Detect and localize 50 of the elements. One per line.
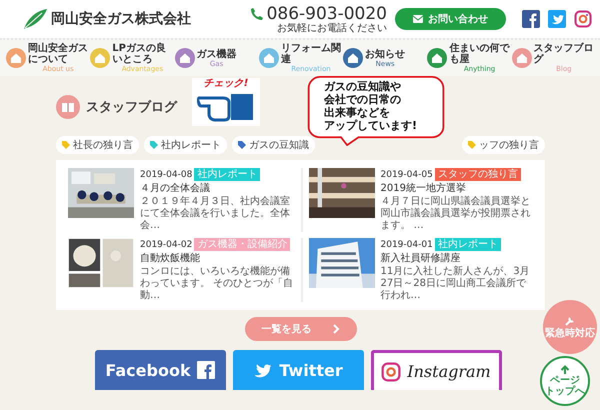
category-label: 社内レポート <box>194 168 260 181</box>
arrow-up-icon <box>560 365 570 375</box>
bubble-text-line: ガスの豆知識や <box>324 80 402 93</box>
post-title[interactable]: 新入社員研修講座 <box>380 252 533 265</box>
tag-filter[interactable]: ガスの豆知識 <box>232 136 315 154</box>
nav-label: 住まいの何でも屋 <box>449 43 510 65</box>
facebook-icon <box>196 361 215 379</box>
bubble-text-line: アップしています! <box>324 119 418 132</box>
instagram-link[interactable]: Instagram <box>370 350 502 390</box>
twitter-icon[interactable] <box>548 10 566 28</box>
instagram-icon[interactable] <box>574 10 592 28</box>
nav-label: ガス機器 <box>196 48 237 60</box>
category-label: 社内レポート <box>434 238 501 251</box>
check-label: チェック! <box>204 78 248 90</box>
phone-note: お気軽にお電話ください <box>277 22 387 34</box>
category-label: ガス機器・設備紹介 <box>194 238 290 251</box>
tag-filter[interactable]: ッフの独り言 <box>462 136 545 154</box>
company-name: 岡山安全ガス株式会社 <box>51 10 191 28</box>
post-excerpt: コンロには、いろいろな機能が備わっています。 そのひとつが「自動… <box>140 266 294 302</box>
facebook-icon[interactable] <box>522 10 540 28</box>
chevron-right-icon <box>332 324 340 334</box>
tag-filter[interactable]: 社長の独り言 <box>56 136 139 154</box>
post-title[interactable]: 2019統一地方選挙 <box>380 182 533 195</box>
page-top-button[interactable]: ページ トップへ <box>540 356 590 406</box>
post-title[interactable]: ４月の全体会議 <box>140 182 294 195</box>
bubble-text-line: 会社での日常の <box>324 93 402 106</box>
post-date: 2019-04-01 <box>380 240 433 250</box>
post-date: 2019-04-08 <box>140 170 192 180</box>
nav-label: お知らせ <box>365 48 406 60</box>
facebook-link[interactable]: Facebook <box>94 350 226 390</box>
bubble-text-line: 出来事などを <box>324 106 391 119</box>
post-date: 2019-04-02 <box>140 240 192 250</box>
book-icon <box>56 95 80 119</box>
nav-label: LPガスの良いところ <box>112 43 167 65</box>
nav-label: リフォーム関連 <box>280 43 342 65</box>
phone-number: 086-903-0020 <box>266 4 387 22</box>
blog-title: スタッフブログ <box>86 98 177 116</box>
leaf-logo-icon <box>22 8 48 30</box>
post-title[interactable]: 自動炊飯機能 <box>140 252 294 265</box>
nav-label: スタッフブログ <box>534 43 594 65</box>
instagram-icon <box>381 362 402 382</box>
tag-filter[interactable]: 社内レポート <box>144 136 227 154</box>
post-excerpt: 11月に入社した新人さんが、3月27日～28日に岡山商工会議所で行われ… <box>380 266 531 302</box>
phone-icon <box>250 6 264 20</box>
category-label: スタッフの独り言 <box>434 168 521 181</box>
post-excerpt: ２０１９年４月３日、社内会議室にて全体会議を行いました。全体会… <box>140 196 291 232</box>
post-excerpt: ４月７日に岡山県議会議員選挙と岡山市議会議員選挙が投開票されます。 … <box>380 196 532 232</box>
post-date: 2019-04-05 <box>380 170 433 180</box>
nav-label: 岡山安全ガスについて <box>28 43 88 65</box>
envelope-icon <box>413 15 423 23</box>
